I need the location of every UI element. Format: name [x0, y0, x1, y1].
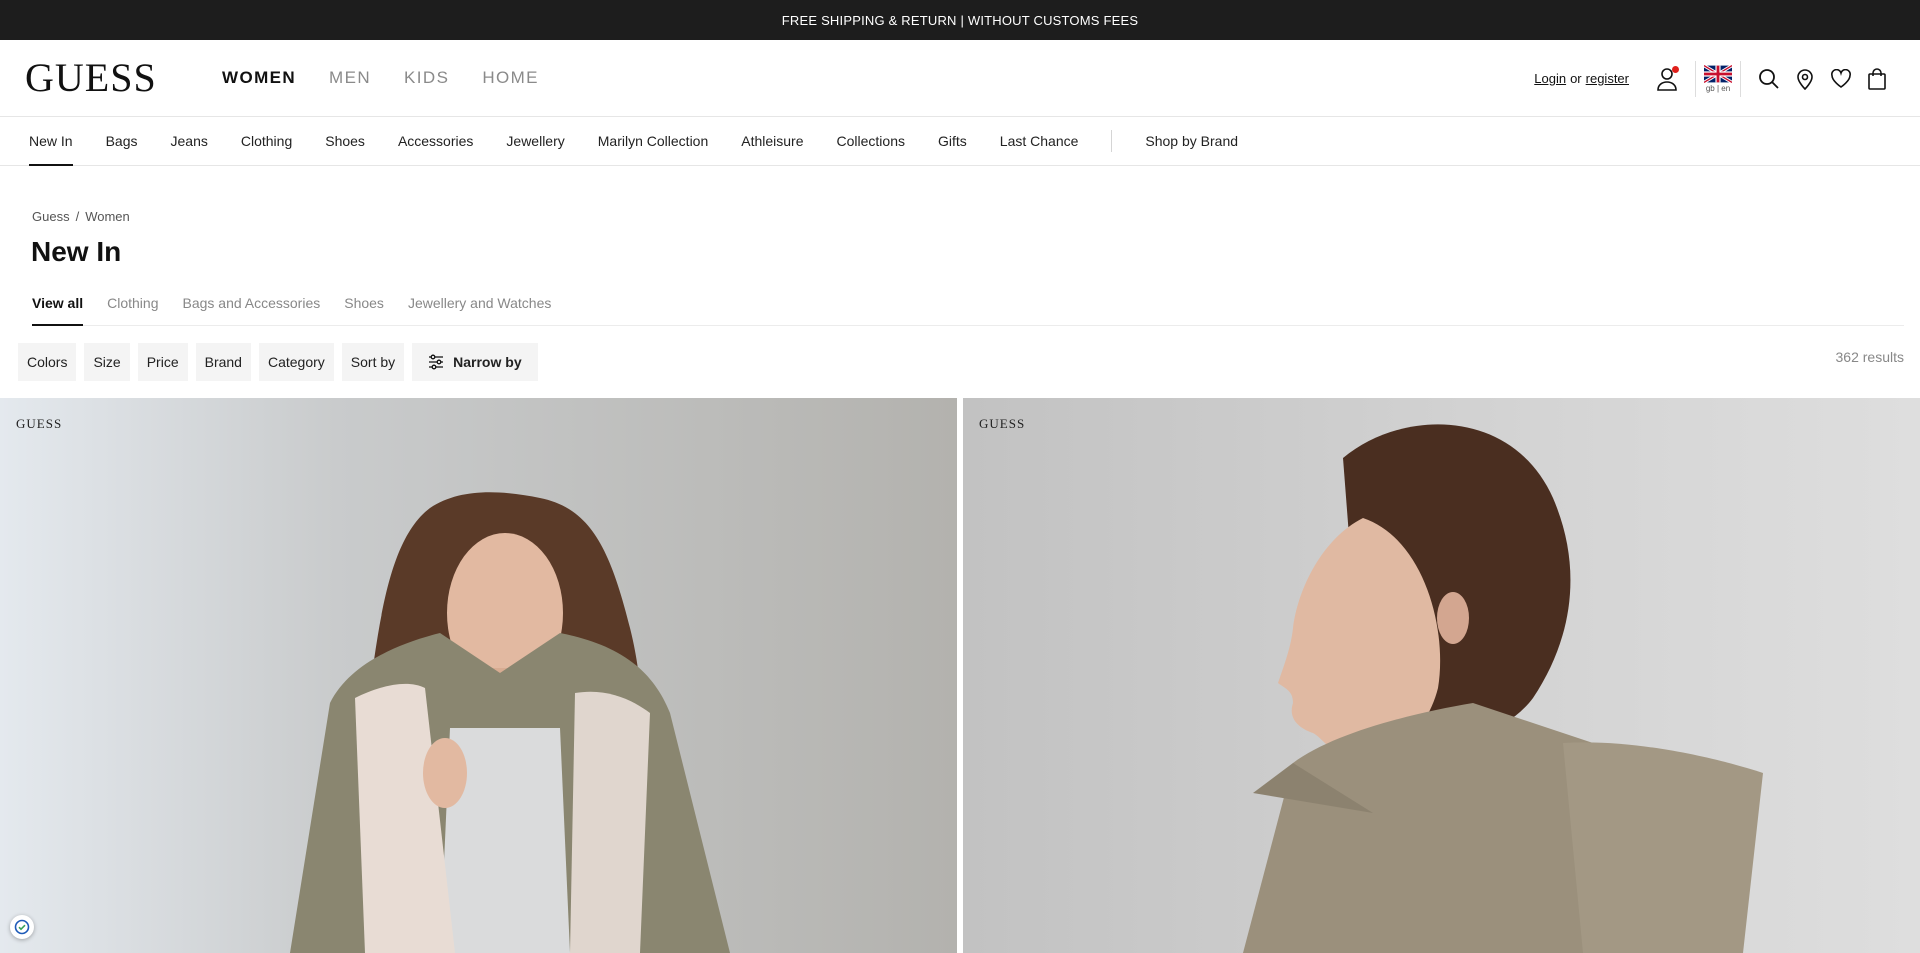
narrow-by-label: Narrow by — [453, 354, 522, 370]
sliders-icon — [429, 354, 444, 370]
site-header: GUESS WOMEN MEN KIDS HOME Login or registe… — [0, 40, 1920, 117]
location-pin-icon — [1797, 68, 1813, 90]
results-count: 362 results — [1835, 349, 1904, 365]
tab-view-all[interactable]: View all — [32, 286, 84, 326]
filter-brand-button[interactable]: Brand — [195, 343, 251, 381]
privacy-check-icon — [14, 919, 30, 935]
page-title: New In — [31, 236, 122, 267]
subnav-last-chance[interactable]: Last Chance — [1000, 117, 1079, 166]
search-icon — [1759, 68, 1779, 89]
subnav-new-in[interactable]: New In — [29, 117, 73, 166]
subnav-jeans[interactable]: Jeans — [171, 117, 208, 166]
subnav-divider — [1111, 130, 1113, 152]
search-button[interactable] — [1751, 61, 1787, 97]
main-nav: WOMEN MEN KIDS HOME — [222, 68, 539, 88]
category-tabs: View all Clothing Bags and Accessories S… — [32, 286, 1904, 326]
nav-women[interactable]: WOMEN — [222, 68, 296, 88]
narrow-by-button[interactable]: Narrow by — [412, 343, 538, 381]
cart-button[interactable] — [1859, 61, 1895, 97]
product-brand-label: GUESS — [979, 416, 1026, 431]
product-grid: GUESS GUESS — [0, 398, 1920, 953]
shopping-bag-icon — [1868, 67, 1886, 90]
account-button[interactable] — [1649, 61, 1685, 97]
sort-by-button[interactable]: Sort by — [341, 343, 405, 381]
product-image — [0, 398, 957, 953]
uk-flag-icon — [1704, 64, 1732, 83]
subnav-collections[interactable]: Collections — [837, 117, 905, 166]
subnav-shoes[interactable]: Shoes — [325, 117, 365, 166]
tab-jewellery-and-watches[interactable]: Jewellery and Watches — [408, 286, 551, 326]
product-brand-label: GUESS — [16, 416, 63, 431]
subnav-jewellery[interactable]: Jewellery — [506, 117, 564, 166]
filter-bar: Colors Size Price Brand Category Sort by… — [18, 343, 538, 381]
breadcrumb: Guess / Women — [32, 209, 130, 224]
heart-icon — [1831, 68, 1851, 88]
promo-banner: FREE SHIPPING & RETURN | WITHOUT CUSTOMS… — [0, 0, 1920, 40]
filter-colors-button[interactable]: Colors — [18, 343, 77, 381]
login-register: Login or register — [1534, 71, 1629, 86]
store-locator-button[interactable] — [1787, 61, 1823, 97]
breadcrumb-guess[interactable]: Guess — [32, 209, 70, 224]
subnav-accessories[interactable]: Accessories — [398, 117, 473, 166]
subnav-clothing[interactable]: Clothing — [241, 117, 292, 166]
tab-clothing[interactable]: Clothing — [107, 286, 158, 326]
subnav-bags[interactable]: Bags — [106, 117, 138, 166]
subnav-shop-by-brand[interactable]: Shop by Brand — [1145, 117, 1238, 166]
guess-logo[interactable]: GUESS — [25, 58, 195, 98]
wishlist-button[interactable] — [1823, 61, 1859, 97]
promo-text: FREE SHIPPING & RETURN | WITHOUT CUSTOMS… — [781, 12, 1139, 28]
filter-price-button[interactable]: Price — [137, 343, 188, 381]
locale-label: gb | en — [1705, 83, 1731, 93]
locale-selector[interactable]: gb | en — [1695, 60, 1741, 97]
product-card[interactable]: GUESS — [963, 398, 1920, 953]
subnav-marilyn-collection[interactable]: Marilyn Collection — [598, 117, 708, 166]
nav-kids[interactable]: KIDS — [404, 68, 449, 88]
cookie-settings-button[interactable] — [10, 915, 34, 939]
product-card[interactable]: GUESS — [0, 398, 957, 953]
breadcrumb-separator: / — [75, 209, 80, 224]
product-image — [963, 398, 1920, 953]
subnav-gifts[interactable]: Gifts — [938, 117, 967, 166]
register-link[interactable]: register — [1586, 71, 1629, 86]
filter-size-button[interactable]: Size — [84, 343, 130, 381]
tab-shoes[interactable]: Shoes — [344, 286, 384, 326]
header-actions: Login or register gb | en — [1534, 40, 1895, 117]
login-link[interactable]: Login — [1534, 71, 1566, 86]
nav-men[interactable]: MEN — [329, 68, 371, 88]
subnav-athleisure[interactable]: Athleisure — [741, 117, 803, 166]
tab-bags-and-accessories[interactable]: Bags and Accessories — [182, 286, 320, 326]
notification-dot — [1672, 65, 1679, 73]
filter-category-button[interactable]: Category — [258, 343, 334, 381]
login-or-text: or — [1570, 71, 1582, 86]
nav-home[interactable]: HOME — [482, 68, 539, 88]
breadcrumb-women[interactable]: Women — [85, 209, 130, 224]
category-nav: New In Bags Jeans Clothing Shoes Accesso… — [0, 117, 1920, 166]
